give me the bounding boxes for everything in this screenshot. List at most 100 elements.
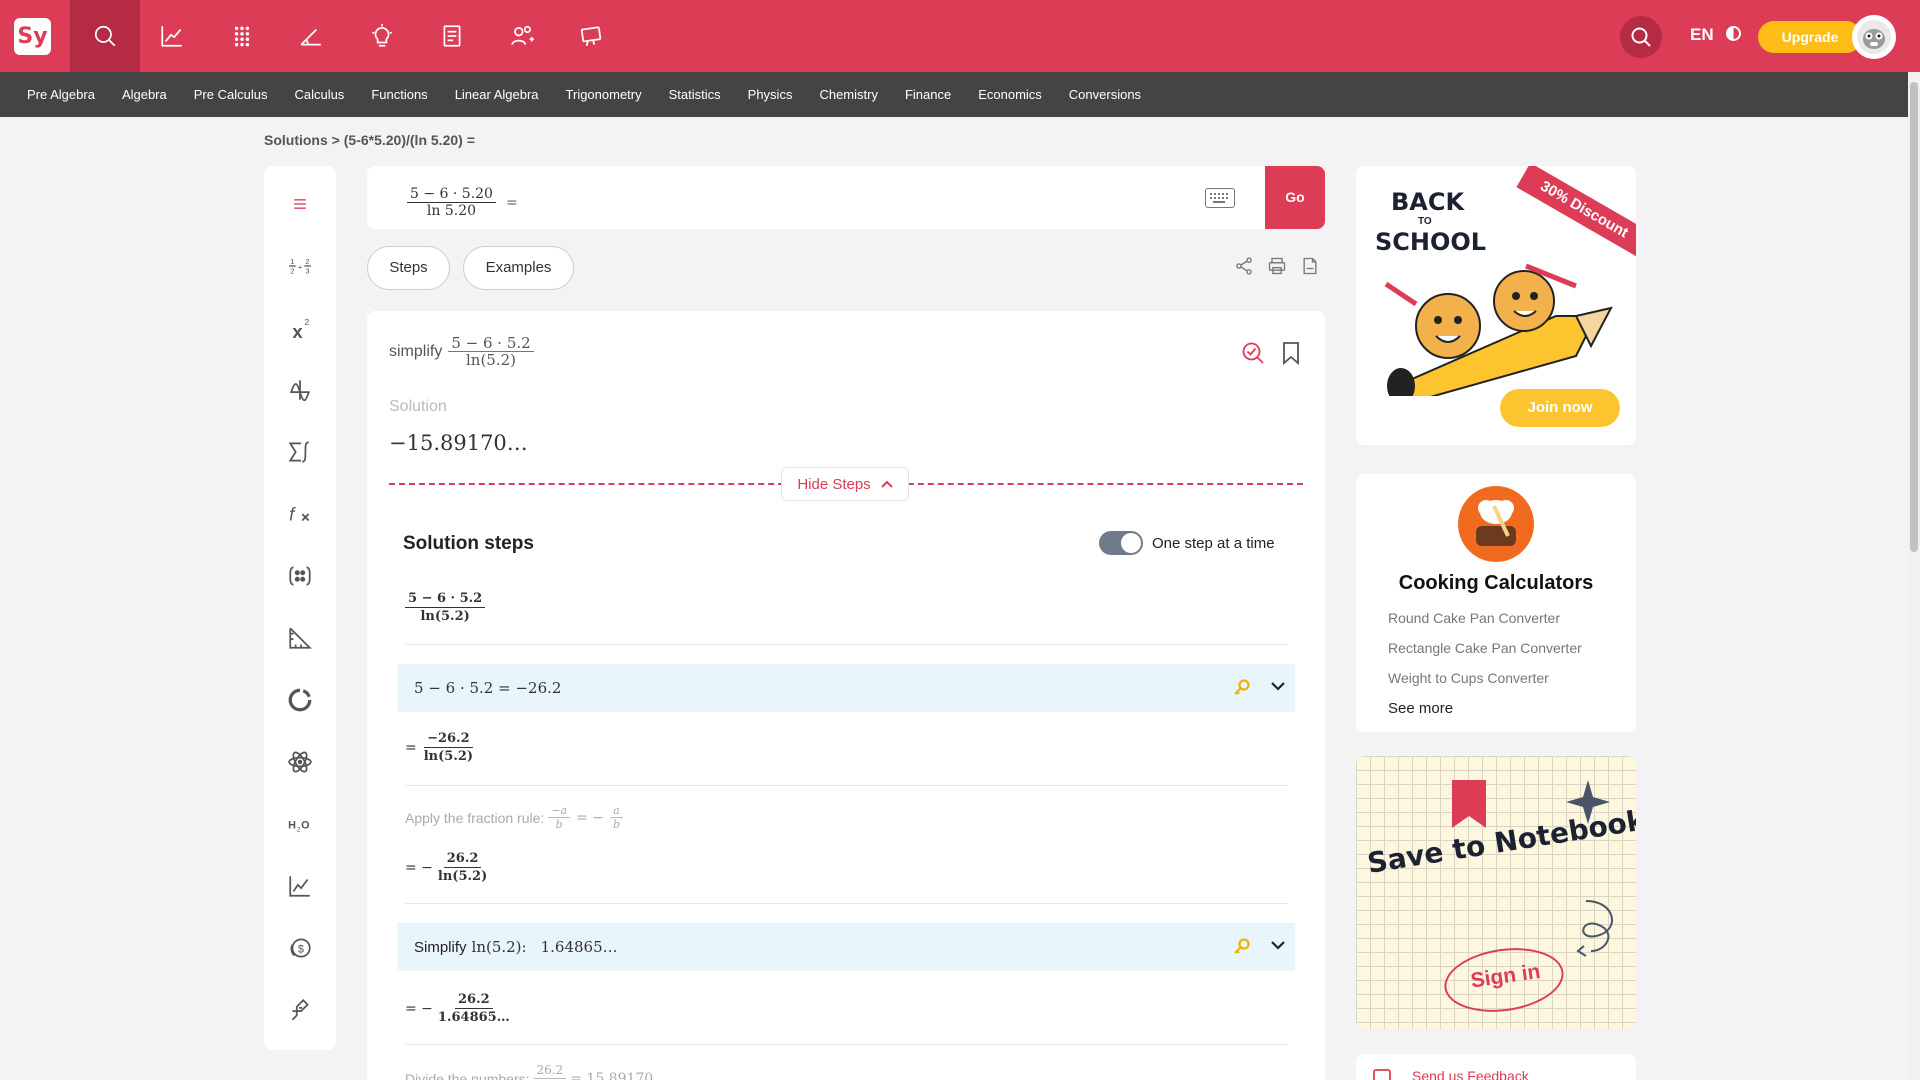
user-avatar[interactable]: [1852, 15, 1896, 59]
svg-text:x: x: [292, 321, 303, 341]
input-fraction: 5 − 6 · 5.20 ln 5.20: [407, 186, 496, 220]
sum-integral-icon[interactable]: [264, 432, 336, 472]
cooking-link[interactable]: Weight to Cups Converter: [1388, 670, 1549, 686]
print-icon[interactable]: [1267, 256, 1289, 278]
exponent-icon[interactable]: x2: [264, 308, 336, 348]
math-input-box[interactable]: 5 − 6 · 5.20 ln 5.20 =: [367, 166, 1325, 229]
keyboard-icon[interactable]: [1205, 188, 1235, 208]
step5-fraction: 26.2 1.64865…: [435, 992, 513, 1026]
step4-label: Simplify: [414, 938, 467, 956]
graph-icon[interactable]: [137, 0, 207, 72]
fractions-icon[interactable]: 1 2 +2 3: [264, 246, 336, 286]
rule-label: Apply the fraction rule:: [405, 809, 545, 826]
cooking-link[interactable]: Rectangle Cake Pan Converter: [1388, 640, 1582, 656]
subject-nav: Pre Algebra Algebra Pre Calculus Calculus Fu…: [0, 72, 1920, 117]
step6-numerator: 26.2: [533, 1062, 567, 1079]
join-now-button[interactable]: Join now: [1500, 389, 1620, 427]
step-simplify-ln-row[interactable]: Simplify ln(5.2): 1.64865…: [397, 923, 1295, 971]
breadcrumb-root[interactable]: Solutions: [264, 132, 328, 148]
subnav-link[interactable]: Finance: [905, 87, 951, 102]
subnav-link[interactable]: Trigonometry: [566, 87, 642, 102]
subnav-link[interactable]: Algebra: [122, 87, 167, 102]
upgrade-button[interactable]: Upgrade: [1758, 21, 1862, 53]
see-more-link[interactable]: See more: [1388, 700, 1453, 717]
step3-expression: = − 26.2 ln(5.2): [405, 851, 490, 885]
groups-icon[interactable]: [487, 0, 557, 72]
pdf-download-icon[interactable]: [1300, 256, 1322, 278]
steps-tab[interactable]: Steps: [367, 246, 450, 290]
step2-fraction: −26.2 ln(5.2): [421, 731, 476, 765]
input-expression[interactable]: 5 − 6 · 5.20 ln 5.20 =: [407, 186, 518, 220]
hide-steps-button[interactable]: Hide Steps: [781, 467, 909, 501]
go-button[interactable]: Go: [1265, 166, 1325, 229]
trig-graph-icon[interactable]: [264, 370, 336, 410]
subnav-link[interactable]: Physics: [748, 87, 793, 102]
notebook-icon[interactable]: [417, 0, 487, 72]
key-hint-icon[interactable]: [1233, 938, 1251, 956]
rule-a-denominator: b: [555, 818, 563, 831]
step-divider: [405, 785, 1287, 786]
conversions-icon[interactable]: [264, 990, 336, 1030]
function-icon[interactable]: f: [264, 494, 336, 534]
chevron-down-icon[interactable]: [1271, 940, 1285, 950]
cooking-link[interactable]: Round Cake Pan Converter: [1388, 610, 1560, 626]
physics-atom-icon[interactable]: [264, 742, 336, 782]
sign-in-circle[interactable]: Sign in: [1440, 940, 1568, 1020]
toggle-switch[interactable]: [1099, 531, 1143, 555]
geometry-icon[interactable]: [276, 0, 346, 72]
input-numerator: 5 − 6 · 5.20: [407, 186, 496, 203]
menu-icon[interactable]: [264, 184, 336, 224]
examples-tab[interactable]: Examples: [463, 246, 574, 290]
promo-back: BACK: [1391, 188, 1465, 216]
save-to-notebook-promo[interactable]: Save to Notebook! Sign in: [1356, 756, 1636, 1029]
finance-coin-icon[interactable]: $: [264, 928, 336, 968]
scrollbar-thumb[interactable]: [1910, 82, 1918, 552]
subnav-link[interactable]: Chemistry: [819, 87, 878, 102]
share-icon[interactable]: [1234, 256, 1256, 278]
breadcrumb-separator: >: [327, 132, 344, 148]
subnav-link[interactable]: Pre Algebra: [27, 87, 95, 102]
symbolab-logo[interactable]: Sy: [14, 18, 51, 55]
search-button[interactable]: [1620, 16, 1662, 58]
step1-expression: 5 − 6 · 5.2 = −26.2: [414, 679, 562, 697]
rule-b-numerator: a: [610, 804, 623, 818]
feedback-card[interactable]: Send us Feedback: [1356, 1054, 1636, 1080]
search-tool-icon[interactable]: [70, 0, 140, 72]
back-to-school-promo[interactable]: BACK TO SCHOOL 30% Discount Join now: [1356, 166, 1636, 445]
subnav-link[interactable]: Calculus: [294, 87, 344, 102]
chemistry-h2o-icon[interactable]: H2O: [264, 804, 336, 844]
chart-line-icon[interactable]: [264, 866, 336, 906]
statistics-donut-icon[interactable]: [264, 680, 336, 720]
svg-text:$: $: [298, 943, 304, 955]
calculator-icon[interactable]: [207, 0, 277, 72]
subnav-link[interactable]: Statistics: [669, 87, 721, 102]
step-subtract-row[interactable]: 5 − 6 · 5.2 = −26.2: [397, 664, 1295, 712]
step5-expression: = − 26.2 1.64865…: [405, 992, 513, 1026]
step4-expression: ln(5.2):: [471, 938, 527, 956]
chevron-down-icon[interactable]: [1271, 681, 1285, 691]
cooking-title: Cooking Calculators: [1398, 572, 1594, 594]
subnav-link[interactable]: Conversions: [1069, 87, 1141, 102]
theme-toggle-icon[interactable]: [1726, 26, 1741, 41]
language-selector[interactable]: EN: [1690, 25, 1714, 45]
matrix-icon[interactable]: [264, 556, 336, 596]
page-scrollbar[interactable]: [1908, 72, 1920, 1080]
one-step-toggle[interactable]: One step at a time: [1099, 531, 1275, 555]
subnav-link[interactable]: Economics: [978, 87, 1042, 102]
subnav-link[interactable]: Pre Calculus: [194, 87, 268, 102]
practice-bulb-icon[interactable]: [347, 0, 417, 72]
triangle-ruler-icon[interactable]: [264, 618, 336, 658]
key-hint-icon[interactable]: [1233, 679, 1251, 697]
problem-fraction: 5 − 6 · 5.2 ln(5.2): [448, 335, 534, 369]
cheat-sheets-icon[interactable]: [556, 0, 626, 72]
divide-numbers-hint: Divide the numbers: 26.2 = 15.89170…: [405, 1062, 667, 1080]
avatar-icon: [1857, 20, 1891, 54]
subnav-link[interactable]: Linear Algebra: [455, 87, 539, 102]
solution-card: simplify 5 − 6 · 5.2 ln(5.2) Solution −1…: [367, 311, 1325, 1080]
step5-numerator: 26.2: [454, 992, 493, 1009]
step-divider: [405, 644, 1287, 645]
subnav-link[interactable]: Functions: [371, 87, 427, 102]
verify-solution-icon[interactable]: [1241, 341, 1265, 370]
bookmark-icon[interactable]: [1281, 341, 1301, 370]
svg-text:O: O: [301, 819, 309, 831]
